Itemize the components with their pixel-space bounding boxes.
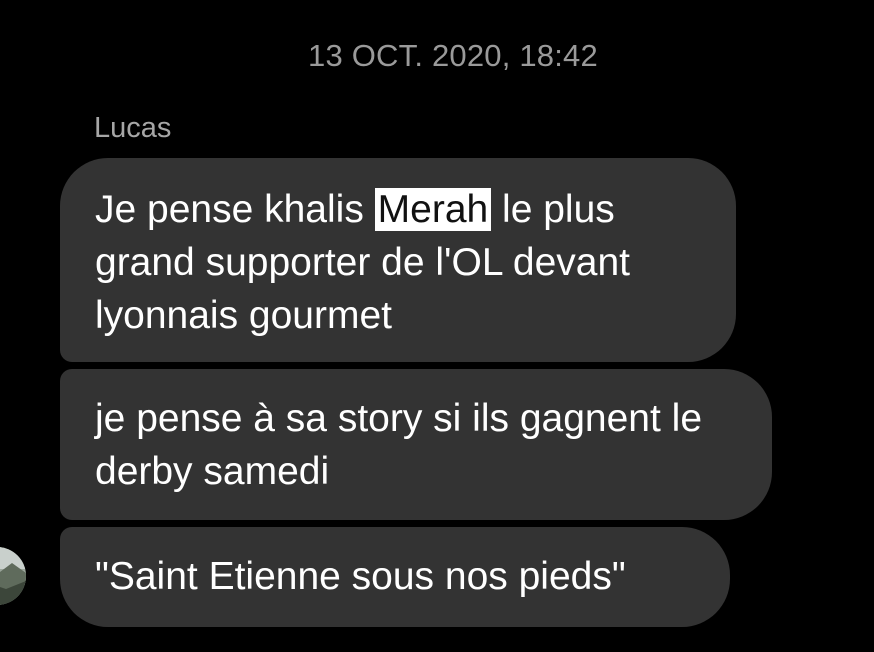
message-text: Je pense khalis <box>95 188 375 231</box>
message-bubble[interactable]: je pense à sa story si ils gagnent le de… <box>60 369 772 520</box>
message-bubble[interactable]: Je pense khalis Merah le plus grand supp… <box>60 158 736 362</box>
message-text: je pense à sa story si ils gagnent le de… <box>95 397 703 493</box>
user-avatar-icon[interactable] <box>0 547 26 605</box>
message-text: "Saint Etienne sous nos pieds" <box>95 555 626 598</box>
message-timestamp: 13 OCT. 2020, 18:42 <box>308 38 598 73</box>
highlighted-word: Merah <box>374 188 492 231</box>
message-bubble[interactable]: "Saint Etienne sous nos pieds" <box>60 527 730 627</box>
chat-screen: 13 OCT. 2020, 18:42 Lucas Je pense khali… <box>0 0 874 652</box>
sender-name: Lucas <box>94 112 172 144</box>
